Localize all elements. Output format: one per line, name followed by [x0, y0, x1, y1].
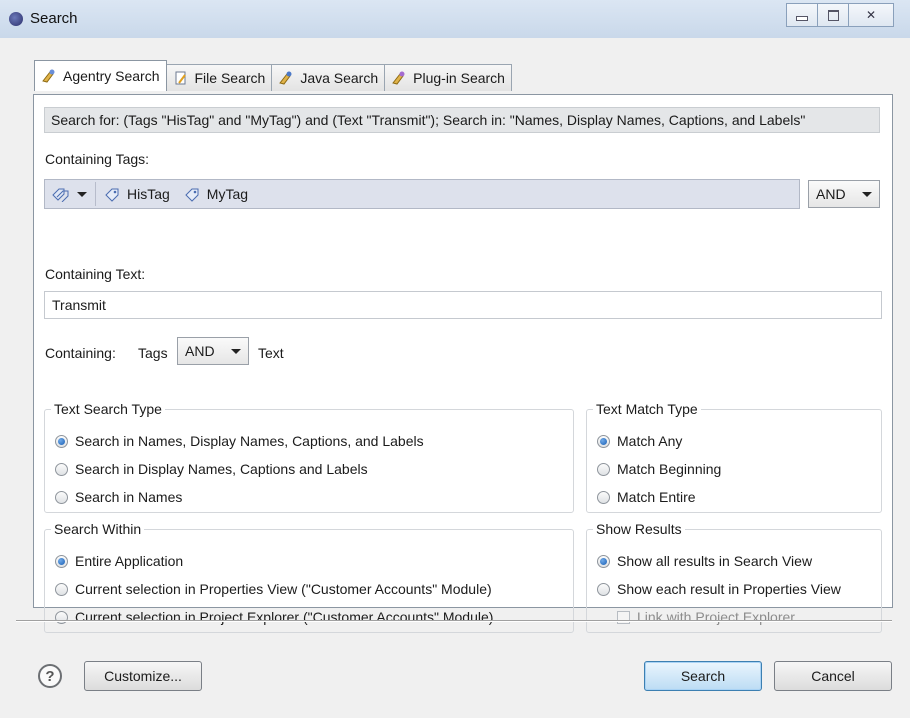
tags-operator-value: AND: [816, 186, 846, 202]
chevron-down-icon: [231, 348, 241, 354]
radio-selection-properties-view[interactable]: Current selection in Properties View ("C…: [55, 581, 492, 597]
chevron-down-icon: [862, 191, 872, 197]
radio-match-any[interactable]: Match Any: [597, 433, 682, 449]
tag-menu-button[interactable]: [51, 182, 96, 206]
containing-operator-value: AND: [185, 343, 215, 359]
search-button[interactable]: Search: [644, 661, 762, 691]
radio-indicator: [597, 434, 610, 448]
tag-icon: [184, 186, 202, 202]
radio-search-names[interactable]: Search in Names: [55, 489, 182, 505]
tag-bar[interactable]: HisTag MyTag: [44, 179, 800, 209]
show-results-group: Show Results Show all results in Search …: [586, 521, 882, 633]
tab-label: Plug-in Search: [413, 70, 505, 86]
radio-label: Current selection in Properties View ("C…: [75, 581, 492, 597]
radio-entire-application[interactable]: Entire Application: [55, 553, 183, 569]
radio-label: Search in Names, Display Names, Captions…: [75, 433, 424, 449]
tab-label: Java Search: [300, 70, 379, 86]
containing-operator-select[interactable]: AND: [177, 337, 249, 365]
title-bar: Search ✕: [0, 0, 910, 39]
agentry-search-panel: Search for: (Tags "HisTag" and "MyTag") …: [33, 94, 893, 633]
tag-mytag[interactable]: MyTag: [184, 186, 248, 202]
tab-file-search[interactable]: File Search: [165, 64, 273, 91]
search-summary: Search for: (Tags "HisTag" and "MyTag") …: [44, 107, 880, 133]
search-within-group: Search Within Entire Application Current…: [44, 521, 574, 633]
window-controls: ✕: [786, 3, 894, 27]
containing-prefix-label: Containing:: [45, 345, 116, 361]
tab-plugin-search[interactable]: Plug-in Search: [384, 64, 512, 91]
radio-label: Current selection in Project Explorer ("…: [75, 609, 494, 625]
radio-search-names-display-captions-labels[interactable]: Search in Names, Display Names, Captions…: [55, 433, 424, 449]
containing-text-label: Containing Text:: [45, 266, 146, 282]
footer-separator: [16, 620, 892, 622]
radio-indicator: [597, 554, 610, 568]
radio-label: Show each result in Properties View: [617, 581, 841, 597]
window-title: Search: [30, 10, 78, 27]
tags-icon: [51, 186, 71, 202]
radio-match-entire[interactable]: Match Entire: [597, 489, 696, 505]
plugin-search-icon: [391, 70, 407, 86]
radio-indicator: [55, 434, 68, 448]
search-within-legend: Search Within: [54, 521, 142, 537]
customize-button[interactable]: Customize...: [84, 661, 202, 691]
link-project-explorer-checkbox[interactable]: Link with Project Explorer: [617, 609, 795, 625]
text-search-type-group: Text Search Type Search in Names, Displa…: [44, 401, 574, 513]
agentry-search-icon: [41, 68, 57, 84]
text-match-type-group: Text Match Type Match Any Match Beginnin…: [586, 401, 882, 513]
chevron-down-icon: [77, 191, 87, 197]
radio-label: Search in Names: [75, 489, 183, 505]
containing-text-word: Text: [258, 345, 284, 361]
text-match-type-legend: Text Match Type: [596, 401, 698, 417]
radio-label: Match Beginning: [617, 461, 722, 477]
containing-tags-word: Tags: [138, 345, 168, 361]
radio-indicator: [55, 462, 68, 476]
radio-match-beginning[interactable]: Match Beginning: [597, 461, 721, 477]
tag-histag[interactable]: HisTag: [104, 186, 170, 202]
help-button[interactable]: ?: [38, 664, 62, 688]
minimize-button[interactable]: [786, 3, 818, 27]
tab-label: Agentry Search: [63, 68, 160, 84]
checkbox-label: Link with Project Explorer: [637, 609, 795, 625]
tag-label: MyTag: [206, 186, 249, 202]
radio-label: Show all results in Search View: [617, 553, 813, 569]
maximize-button[interactable]: [817, 3, 849, 27]
radio-label: Search in Display Names, Captions and La…: [75, 461, 368, 477]
close-icon: ✕: [865, 8, 877, 22]
close-button[interactable]: ✕: [848, 3, 894, 27]
maximize-icon: [827, 9, 839, 21]
search-tabs: Agentry Search File Search Java Search P…: [34, 60, 512, 91]
radio-label: Match Any: [617, 433, 683, 449]
tag-label: HisTag: [127, 186, 170, 202]
tag-icon: [104, 186, 122, 202]
file-search-icon: [173, 70, 189, 86]
tags-operator-select[interactable]: AND: [808, 180, 880, 208]
radio-selection-project-explorer[interactable]: Current selection in Project Explorer ("…: [55, 609, 493, 625]
minimize-icon: [796, 15, 808, 21]
radio-label: Entire Application: [75, 553, 184, 569]
radio-show-each-result[interactable]: Show each result in Properties View: [597, 581, 841, 597]
tab-label: File Search: [194, 70, 266, 86]
radio-show-all-results[interactable]: Show all results in Search View: [597, 553, 812, 569]
tab-agentry-search[interactable]: Agentry Search: [34, 60, 167, 91]
dialog-content: Agentry Search File Search Java Search P…: [0, 38, 910, 718]
radio-indicator: [597, 462, 610, 476]
radio-indicator: [55, 554, 68, 568]
tab-java-search[interactable]: Java Search: [271, 64, 386, 91]
radio-indicator: [597, 490, 610, 504]
radio-label: Match Entire: [617, 489, 696, 505]
text-search-type-legend: Text Search Type: [54, 401, 162, 417]
radio-indicator: [55, 490, 68, 504]
radio-indicator: [55, 582, 68, 596]
containing-tags-label: Containing Tags:: [45, 151, 150, 167]
containing-text-input[interactable]: Transmit: [44, 291, 882, 319]
cancel-button[interactable]: Cancel: [774, 661, 892, 691]
java-search-icon: [278, 70, 294, 86]
eclipse-icon: [9, 12, 23, 26]
help-icon: ?: [45, 667, 55, 685]
show-results-legend: Show Results: [596, 521, 682, 537]
radio-search-display-captions-labels[interactable]: Search in Display Names, Captions and La…: [55, 461, 368, 477]
radio-indicator: [597, 582, 610, 596]
